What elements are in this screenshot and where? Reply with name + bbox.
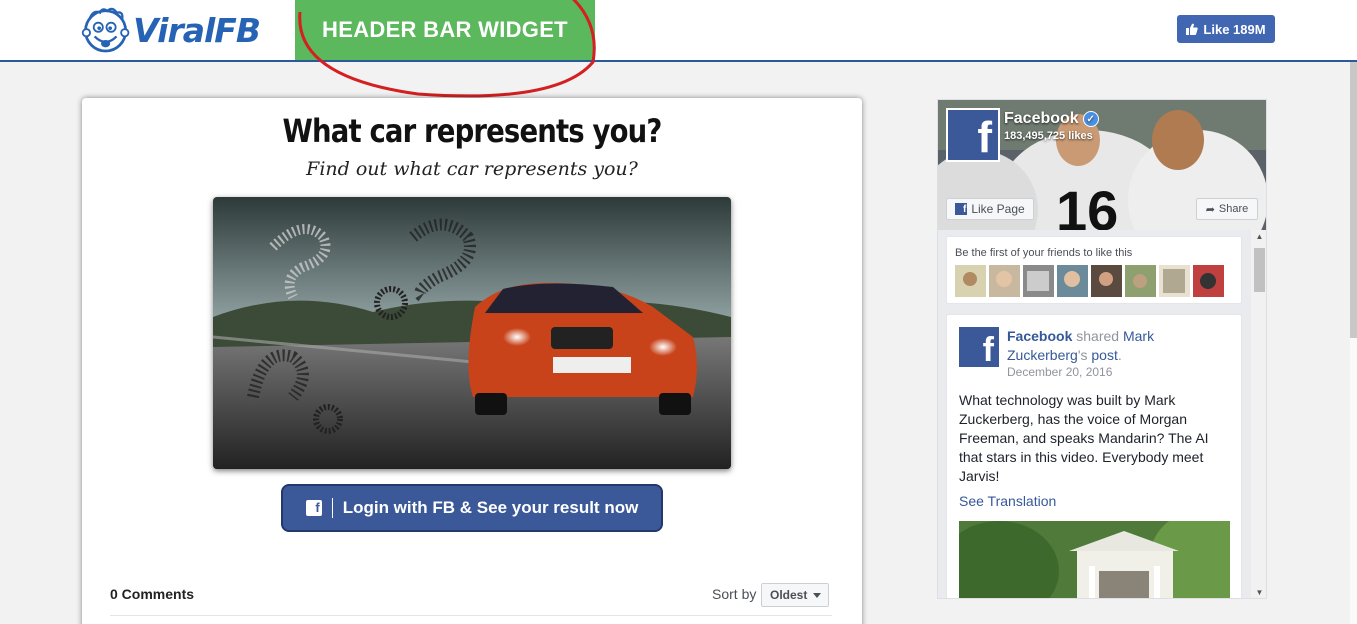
smiley-logo-icon	[81, 7, 130, 53]
svg-text:16: 16	[1056, 179, 1118, 230]
friend-avatar[interactable]	[1159, 265, 1190, 297]
fb-page-likes: 183,495,725 likes	[1004, 130, 1093, 142]
fb-login-button[interactable]: f Login with FB & See your result now	[281, 484, 663, 532]
post-header: Facebook shared Mark Zuckerberg's post.	[1007, 328, 1155, 363]
friends-text: Be the first of your friends to like thi…	[955, 247, 1133, 259]
friend-avatar[interactable]	[1057, 265, 1088, 297]
fb-page-plugin: 16 f Facebook ✓ 183,495,725 likes f Like…	[937, 99, 1267, 599]
scroll-up-arrow-icon[interactable]: ▲	[1251, 230, 1266, 244]
friends-box: Be the first of your friends to like thi…	[946, 236, 1242, 304]
comments-count: 0 Comments	[110, 586, 195, 602]
quiz-card: What car represents you? Find out what c…	[82, 98, 862, 624]
fb-post: f Facebook shared Mark Zuckerberg's post…	[946, 314, 1242, 598]
facebook-icon[interactable]: f	[959, 327, 999, 367]
verified-badge-icon: ✓	[1082, 111, 1099, 127]
see-translation-link[interactable]: See Translation	[959, 493, 1056, 509]
friend-avatar[interactable]	[1193, 265, 1224, 297]
header-bar-widget-button[interactable]: HEADER BAR WIDGET	[295, 0, 595, 60]
post-body: What technology was built by Mark Zucker…	[959, 392, 1209, 484]
fb-page-name[interactable]: Facebook ✓	[1004, 110, 1099, 128]
friend-faces	[955, 265, 1224, 297]
post-date[interactable]: December 20, 2016	[1007, 365, 1112, 379]
post-author-link[interactable]: Facebook	[1007, 328, 1072, 344]
like-page-label: Like Page	[971, 202, 1025, 216]
friend-avatar[interactable]	[1023, 265, 1054, 297]
share-arrow-icon: ➦	[1205, 203, 1215, 216]
car-image	[213, 197, 731, 469]
quiz-hero-image	[213, 197, 731, 469]
sort-by-label: Sort by	[712, 586, 757, 602]
like-count-label: Like 189M	[1203, 21, 1266, 37]
thumbs-up-icon	[1186, 23, 1199, 35]
quiz-title: What car represents you?	[282, 112, 663, 150]
post-owner-suffix: 's	[1077, 347, 1088, 363]
sort-dropdown[interactable]: Oldest	[761, 583, 829, 607]
friend-avatar[interactable]	[1091, 265, 1122, 297]
fb-like-page-button[interactable]: f Like Page	[946, 198, 1034, 220]
facebook-icon: f	[948, 110, 998, 160]
facebook-icon: f	[305, 500, 322, 516]
friend-avatar[interactable]	[955, 265, 986, 297]
site-header: ViralFB HEADER BAR WIDGET Like 189M	[0, 0, 1357, 62]
page-scrollbar[interactable]	[1350, 62, 1357, 624]
divider	[110, 615, 832, 616]
fb-plugin-scrollbar[interactable]: ▲ ▼	[1251, 230, 1266, 598]
page-scrollbar-thumb[interactable]	[1350, 62, 1357, 338]
scroll-down-arrow-icon[interactable]: ▼	[1251, 586, 1266, 598]
sort-value: Oldest	[770, 588, 808, 602]
fb-page-avatar[interactable]: f	[946, 108, 1000, 162]
post-shared-text: shared	[1076, 328, 1120, 344]
facebook-icon: f	[955, 203, 968, 215]
fb-page-name-text: Facebook	[1004, 110, 1079, 127]
fb-like-button[interactable]: Like 189M	[1177, 15, 1275, 43]
quiz-subtitle: Find out what car represents you?	[306, 158, 638, 180]
fb-plugin-scrollbar-thumb[interactable]	[1254, 248, 1265, 292]
site-logo[interactable]: ViralFB	[80, 2, 261, 58]
friend-avatar[interactable]	[989, 265, 1020, 297]
fb-share-button[interactable]: ➦ Share	[1196, 198, 1258, 220]
fb-feed[interactable]: Be the first of your friends to like thi…	[938, 230, 1266, 598]
post-photo[interactable]	[959, 521, 1230, 598]
post-link[interactable]: post	[1091, 347, 1117, 363]
chevron-down-icon	[813, 592, 822, 598]
friend-avatar[interactable]	[1125, 265, 1156, 297]
button-divider	[331, 498, 333, 518]
fb-cover-photo[interactable]: 16 f Facebook ✓ 183,495,725 likes f Like…	[938, 100, 1266, 230]
share-label: Share	[1218, 203, 1249, 215]
post-image	[959, 521, 1230, 598]
fb-login-label: Login with FB & See your result now	[342, 498, 639, 517]
logo-text: ViralFB	[133, 10, 261, 50]
